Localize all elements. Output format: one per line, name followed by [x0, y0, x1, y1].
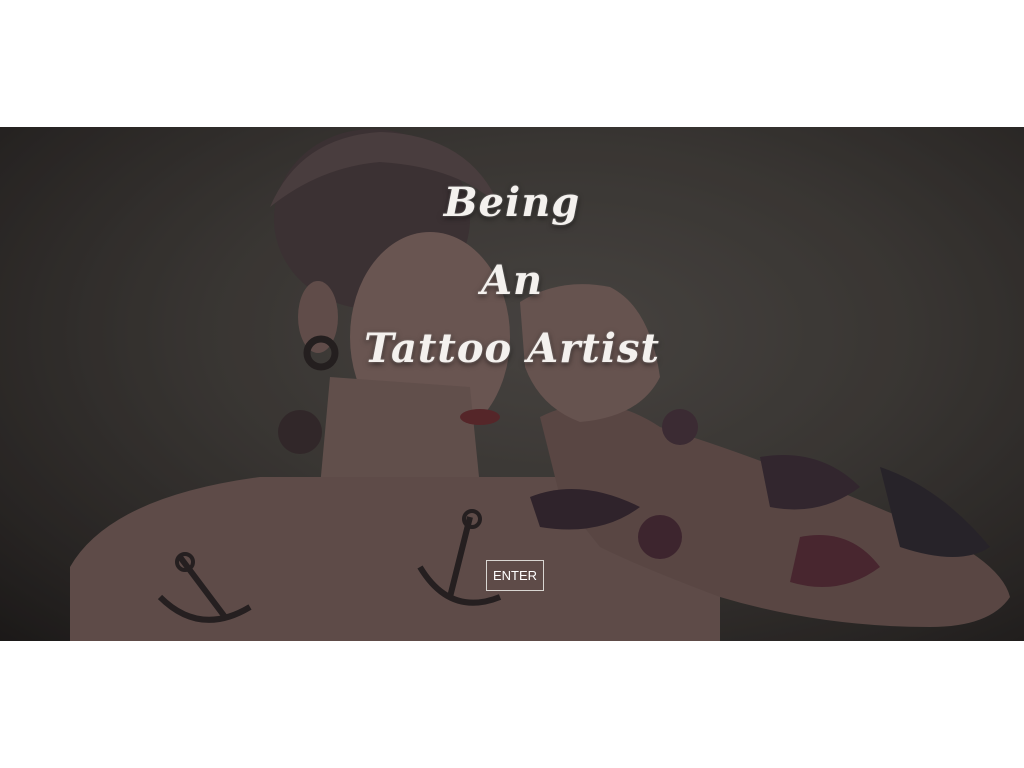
landing-page: Being An Tattoo Artist ENTER — [0, 0, 1024, 768]
hero-title-tattoo-artist: Tattoo Artist — [364, 325, 660, 372]
hero-title-an: An — [480, 257, 544, 304]
hero-section: Being An Tattoo Artist ENTER — [0, 127, 1024, 641]
enter-button[interactable]: ENTER — [486, 560, 544, 591]
hero-title-being: Being — [443, 179, 581, 226]
